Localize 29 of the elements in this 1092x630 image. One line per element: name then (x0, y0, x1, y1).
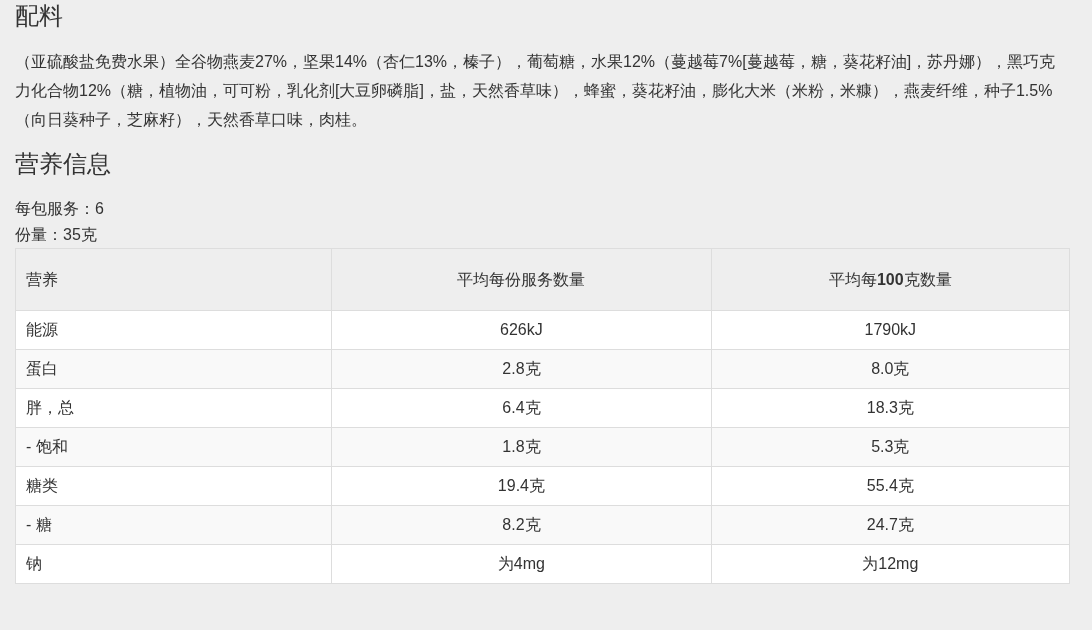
table-cell: 19.4克 (331, 466, 712, 506)
table-cell: 5.3克 (711, 427, 1070, 467)
table-cell: - 糖 (15, 505, 332, 545)
table-cell: 6.4克 (331, 388, 712, 428)
ingredients-heading: 配料 (15, 1, 64, 31)
table-cell: 蛋白 (15, 349, 332, 389)
table-cell: 2.8克 (331, 349, 712, 389)
table-cell: 钠 (15, 544, 332, 584)
column-header: 平均每100克数量 (711, 248, 1070, 311)
table-cell: 1790kJ (711, 310, 1070, 350)
column-header: 营养 (15, 248, 332, 311)
table-cell: 8.2克 (331, 505, 712, 545)
table-cell: 18.3克 (711, 388, 1070, 428)
table-cell: 55.4克 (711, 466, 1070, 506)
table-cell: 8.0克 (711, 349, 1070, 389)
table-cell: 为12mg (711, 544, 1070, 584)
table-cell: 糖类 (15, 466, 332, 506)
column-header: 平均每份服务数量 (331, 248, 712, 311)
table-cell: 能源 (15, 310, 332, 350)
table-cell: 为4mg (331, 544, 712, 584)
table-cell: - 饱和 (15, 427, 332, 467)
table-cell: 胖，总 (15, 388, 332, 428)
table-cell: 24.7克 (711, 505, 1070, 545)
serving-size: 份量：35克 (15, 225, 98, 245)
table-cell: 1.8克 (331, 427, 712, 467)
table-cell: 626kJ (331, 310, 712, 350)
nutrition-heading: 营养信息 (15, 149, 112, 179)
ingredients-paragraph: （亚硫酸盐免费水果）全谷物燕麦27%，坚果14%（杏仁13%，榛子），葡萄糖，水果12%（蔓越莓7%[蔓越莓，糖，葵花籽油]，苏丹娜），黑巧克力化合物12%（糖，植物油，可可粉，乳化剂[大豆卵磷脂]，盐，天然香草味），蜂蜜，葵花籽油，膨化大米（米粉，米糠），燕麦纤维，种子1.5%（向日葵种子，芝麻籽），天然香草口味，肉桂。 (15, 52, 1057, 130)
servings-per-pack: 每包服务：6 (15, 199, 105, 219)
